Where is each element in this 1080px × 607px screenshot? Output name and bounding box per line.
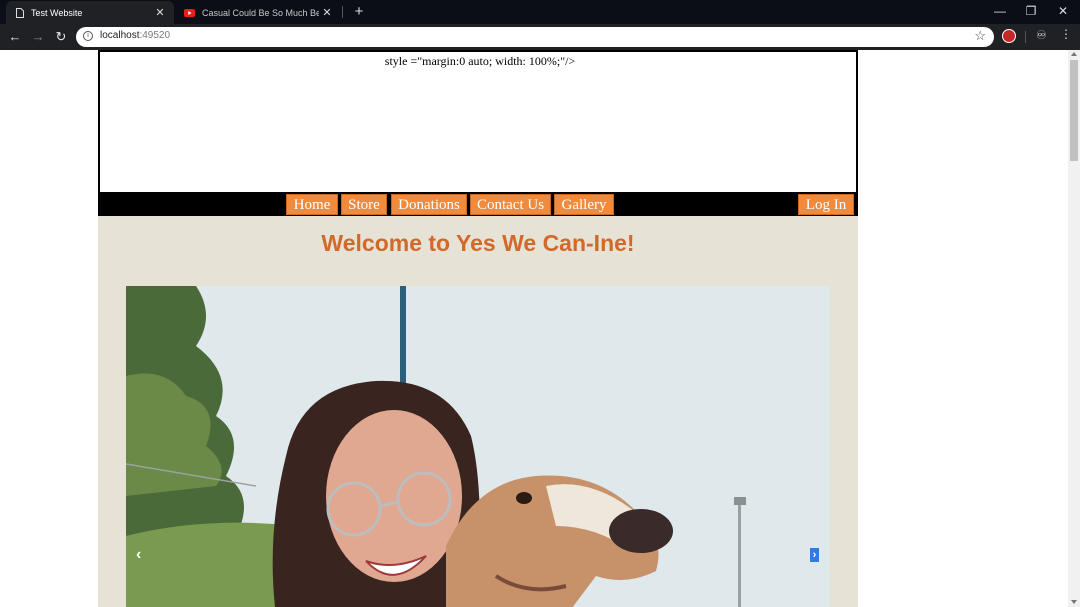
new-tab-icon[interactable]: +	[350, 3, 368, 21]
page-icon	[16, 7, 24, 18]
tab-title: Test Website	[31, 7, 83, 18]
restore-icon[interactable]: ❐	[1016, 0, 1046, 24]
nav-home-button[interactable]: Home	[286, 194, 338, 215]
nav-contact-button[interactable]: Contact Us	[470, 194, 551, 215]
main-content: Welcome to Yes We Can-Ine! ‹ ›	[98, 216, 858, 607]
menu-icon[interactable]: ⋮	[1060, 27, 1072, 41]
close-icon[interactable]: ✕	[319, 6, 335, 19]
back-icon[interactable]: ←	[6, 28, 24, 46]
nav-store-button[interactable]: Store	[341, 194, 387, 215]
site-container: style ="margin:0 auto; width: 100%;"/> H…	[98, 50, 858, 607]
minimize-icon[interactable]: —	[985, 0, 1015, 24]
page-scrollbar[interactable]	[1068, 50, 1080, 607]
reload-icon[interactable]: ↻	[52, 28, 70, 46]
bookmark-star-icon[interactable]: ☆	[974, 28, 986, 44]
tab-title: Casual Could Be So Much Better	[202, 7, 319, 18]
carousel-next-icon[interactable]: ›	[810, 548, 819, 562]
extension-icon[interactable]	[1002, 29, 1016, 43]
browser-tabstrip: Test Website ✕ Casual Could Be So Much B…	[0, 0, 1080, 24]
address-bar[interactable]: i localhost:49520 ☆	[76, 27, 994, 47]
carousel-prev-icon[interactable]: ‹	[136, 546, 141, 564]
window-close-icon[interactable]: ✕	[1048, 0, 1078, 24]
login-button[interactable]: Log In	[798, 194, 854, 215]
url-text[interactable]: localhost:49520	[100, 30, 170, 41]
header-text: style ="margin:0 auto; width: 100%;"/>	[384, 54, 576, 68]
scroll-down-icon[interactable]	[1071, 600, 1077, 604]
incognito-icon[interactable]: ♾	[1036, 28, 1047, 42]
close-icon[interactable]: ✕	[152, 6, 168, 19]
youtube-icon	[184, 8, 195, 17]
forward-icon[interactable]: →	[29, 28, 47, 46]
nav-donations-button[interactable]: Donations	[391, 194, 467, 215]
nav-bar: Home Store Donations Contact Us Gallery …	[98, 192, 858, 216]
scrollbar-thumb[interactable]	[1070, 60, 1078, 161]
image-carousel[interactable]: ‹ ›	[126, 286, 830, 607]
tab-youtube[interactable]: Casual Could Be So Much Better ✕	[176, 1, 341, 24]
page-title: Welcome to Yes We Can-Ine!	[321, 230, 635, 256]
browser-toolbar: ← → ↻ i localhost:49520 ☆	[0, 24, 1080, 50]
header-banner: style ="margin:0 auto; width: 100%;"/>	[98, 50, 858, 192]
scroll-up-icon[interactable]	[1071, 52, 1077, 56]
page-viewport: style ="margin:0 auto; width: 100%;"/> H…	[0, 50, 1068, 607]
info-icon[interactable]: i	[83, 31, 93, 41]
nav-gallery-button[interactable]: Gallery	[554, 194, 614, 215]
carousel-photo	[126, 286, 830, 607]
toolbar-separator	[1025, 31, 1026, 43]
tab-test-website[interactable]: Test Website ✕	[6, 1, 174, 24]
tab-separator	[342, 6, 343, 18]
